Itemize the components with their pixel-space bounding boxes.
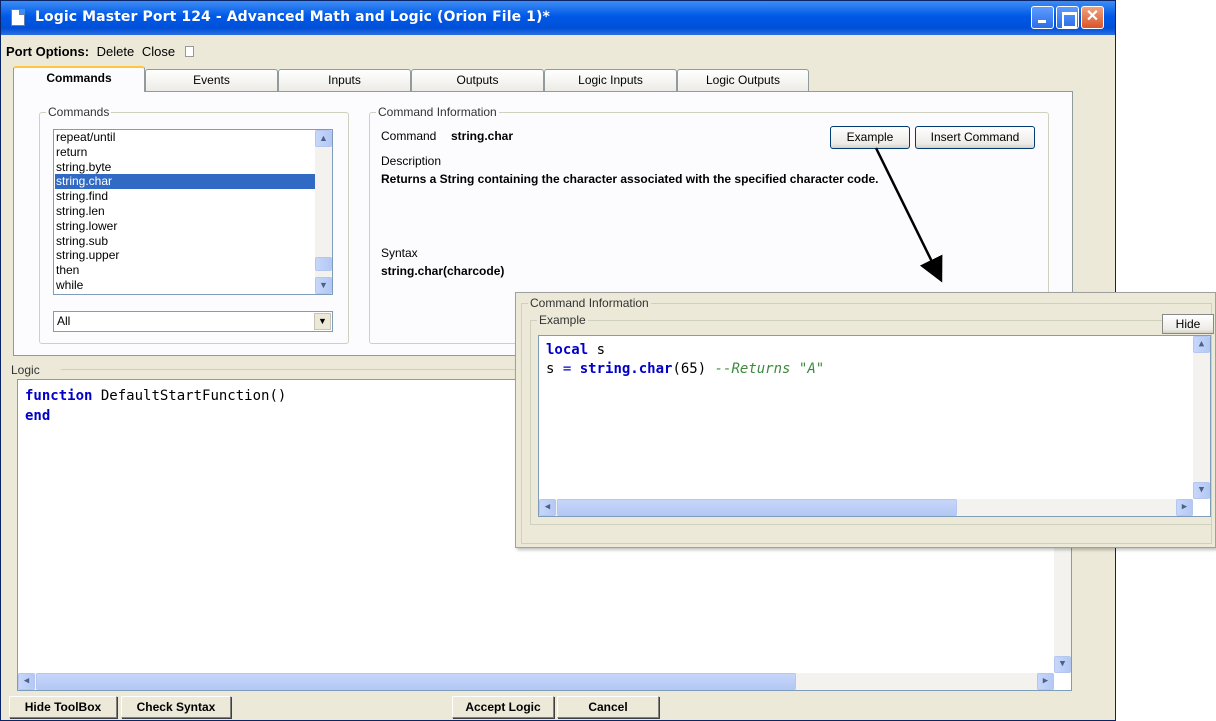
scroll-right-arrow-icon[interactable]: ▶ [1037, 673, 1054, 690]
example-code-editor[interactable]: local s s = string.char(65) --Returns "A… [538, 335, 1211, 517]
example-horizontal-scrollbar[interactable]: ◀ ▶ [539, 499, 1193, 516]
scroll-thumb[interactable] [315, 257, 332, 271]
scroll-up-arrow-icon[interactable]: ▲ [1193, 336, 1210, 353]
code-keyword: end [25, 408, 51, 424]
code-text: s [546, 361, 563, 377]
scroll-thumb[interactable] [36, 673, 796, 690]
commands-list-scrollbar[interactable]: ▲ ▼ [315, 130, 332, 294]
list-item[interactable]: return [55, 145, 315, 160]
hide-toolbox-button[interactable]: Hide ToolBox [9, 696, 117, 718]
syntax-value: string.char(charcode) [381, 264, 505, 278]
example-popup: Command Information Example Hide local s… [515, 292, 1216, 548]
maximize-button[interactable] [1056, 6, 1079, 29]
list-item[interactable]: string.len [55, 204, 315, 219]
code-text: DefaultStartFunction() [92, 388, 287, 404]
list-item[interactable]: repeat/until [55, 130, 315, 145]
port-options-label: Port Options: [6, 44, 90, 59]
command-value: string.char [451, 129, 514, 143]
chevron-down-icon[interactable]: ▼ [314, 313, 331, 330]
scroll-down-arrow-icon[interactable]: ▼ [1193, 482, 1210, 499]
tab-events[interactable]: Events [145, 69, 278, 91]
list-item[interactable]: string.find [55, 189, 315, 204]
description-label: Description [381, 154, 442, 168]
commands-list[interactable]: repeat/until return string.byte string.c… [53, 129, 333, 295]
command-label: Command [381, 129, 437, 143]
list-item[interactable]: while [55, 278, 315, 293]
scroll-down-arrow-icon[interactable]: ▼ [1054, 656, 1071, 673]
close-window-button[interactable]: ✕ [1081, 6, 1104, 29]
example-button[interactable]: Example [830, 126, 910, 149]
scroll-thumb[interactable] [557, 499, 957, 516]
action-bar: Hide ToolBox Check Syntax Accept Logic C… [9, 696, 1109, 720]
scroll-right-arrow-icon[interactable]: ▶ [1176, 499, 1193, 516]
minimize-button[interactable] [1031, 6, 1054, 29]
commands-group-label: Commands [46, 105, 112, 119]
tab-logic-inputs[interactable]: Logic Inputs [544, 69, 677, 91]
insert-command-button[interactable]: Insert Command [915, 126, 1035, 149]
list-item[interactable]: string.byte [55, 160, 315, 175]
editor-horizontal-scrollbar[interactable]: ◀ ▶ [18, 673, 1054, 690]
code-keyword: local [546, 342, 589, 358]
command-filter-value: All [57, 314, 71, 328]
scroll-left-arrow-icon[interactable]: ◀ [18, 673, 35, 690]
document-icon [11, 9, 25, 26]
example-vertical-scrollbar[interactable]: ▲ ▼ [1193, 336, 1210, 499]
list-item-selected[interactable]: string.char [55, 174, 315, 190]
command-information-label: Command Information [376, 105, 499, 119]
code-text: s [588, 342, 606, 358]
accept-logic-button[interactable]: Accept Logic [452, 696, 554, 718]
list-item[interactable]: string.sub [55, 234, 315, 249]
title-bar[interactable]: Logic Master Port 124 - Advanced Math an… [1, 1, 1115, 35]
code-function: string.char [571, 361, 673, 377]
tab-outputs[interactable]: Outputs [411, 69, 544, 91]
page-icon [184, 46, 194, 57]
logic-section-label: Logic [9, 363, 42, 377]
port-options-bar: Port Options: Delete Close [6, 44, 194, 59]
tab-commands[interactable]: Commands [13, 66, 145, 92]
scroll-left-arrow-icon[interactable]: ◀ [539, 499, 556, 516]
list-item[interactable]: string.lower [55, 219, 315, 234]
popup-command-information-label: Command Information [528, 296, 651, 310]
code-comment: --Returns "A" [714, 361, 825, 377]
tab-inputs[interactable]: Inputs [278, 69, 411, 91]
hide-example-button[interactable]: Hide [1162, 314, 1214, 334]
close-port-link[interactable]: Close [142, 44, 175, 59]
code-args: (65) [672, 361, 715, 377]
window-title: Logic Master Port 124 - Advanced Math an… [35, 9, 550, 25]
popup-example-label: Example [537, 313, 588, 327]
list-item[interactable]: string.upper [55, 248, 315, 263]
cancel-button[interactable]: Cancel [557, 696, 659, 718]
code-keyword: function [25, 388, 93, 404]
scroll-up-arrow-icon[interactable]: ▲ [315, 130, 332, 147]
description-value: Returns a String containing the characte… [381, 172, 879, 186]
delete-port-link[interactable]: Delete [97, 44, 135, 59]
check-syntax-button[interactable]: Check Syntax [121, 696, 231, 718]
scroll-down-arrow-icon[interactable]: ▼ [315, 277, 332, 294]
list-item[interactable]: then [55, 263, 315, 278]
command-filter-select[interactable]: All ▼ [53, 311, 333, 332]
tab-logic-outputs[interactable]: Logic Outputs [677, 69, 809, 91]
syntax-label: Syntax [381, 246, 418, 260]
